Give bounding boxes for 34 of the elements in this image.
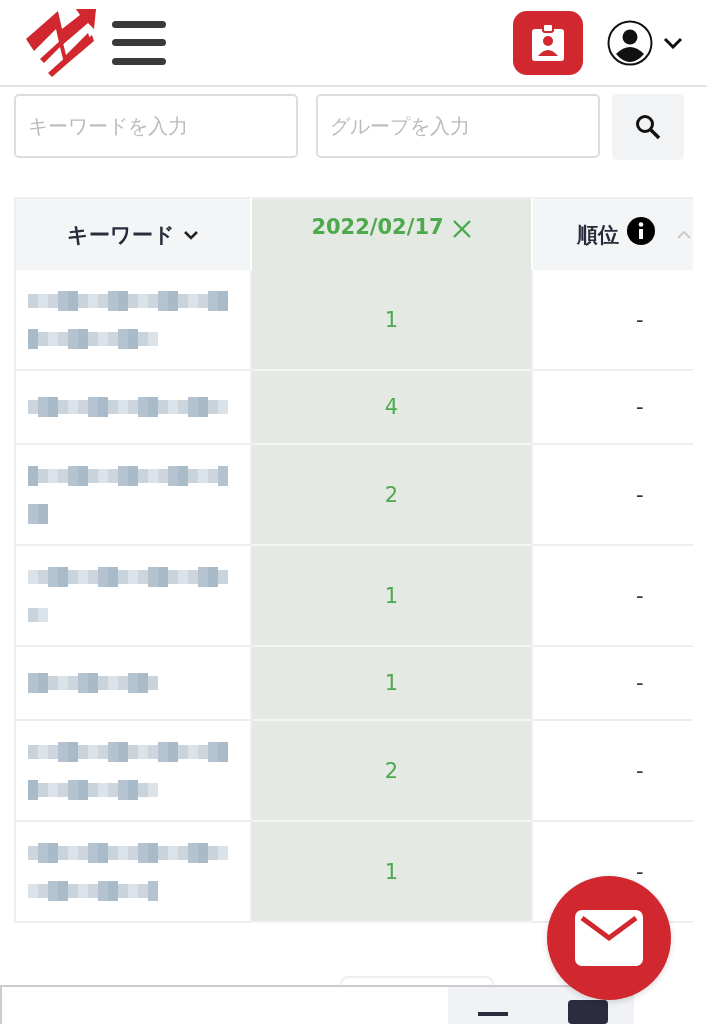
id-card-button[interactable]: [513, 10, 583, 75]
account-button[interactable]: [607, 19, 683, 66]
table-cell: 1: [252, 270, 533, 371]
table-cell: 1: [252, 647, 533, 721]
chevron-down-icon: [663, 36, 683, 49]
table-cell: 4: [252, 371, 533, 445]
keyword-column-header[interactable]: キーワード: [16, 197, 252, 270]
bar-icon: [478, 1012, 508, 1016]
id-badge-icon: [531, 23, 565, 62]
chevron-down-icon: [183, 229, 199, 240]
keyword-input-field[interactable]: キーワードを入力: [14, 94, 298, 158]
table-cell: -: [533, 546, 693, 647]
table-cell: 1: [252, 822, 533, 923]
table-cell: -: [533, 371, 693, 445]
logo-icon: [24, 6, 98, 79]
sort-up-icon: [677, 231, 691, 239]
table-cell: 2: [252, 721, 533, 822]
search-icon: [635, 114, 661, 140]
user-icon: [607, 19, 653, 66]
table-cell: -: [533, 647, 693, 721]
table-cell: -: [533, 721, 693, 822]
blurred-text-drawing: [28, 502, 48, 525]
table-cell: 2: [252, 445, 533, 546]
info-icon: [627, 217, 655, 245]
group-input-field[interactable]: グループを入力: [316, 94, 600, 158]
search-button[interactable]: [612, 94, 684, 160]
menu-icon: [112, 20, 166, 65]
menu-button[interactable]: [112, 20, 166, 65]
rank-column-header[interactable]: 順位: [533, 197, 693, 270]
close-icon: [451, 219, 472, 239]
table-cell: 1: [252, 546, 533, 647]
table-cell: -: [533, 270, 693, 371]
table-cell: -: [533, 445, 693, 546]
mail-icon: [575, 910, 643, 966]
